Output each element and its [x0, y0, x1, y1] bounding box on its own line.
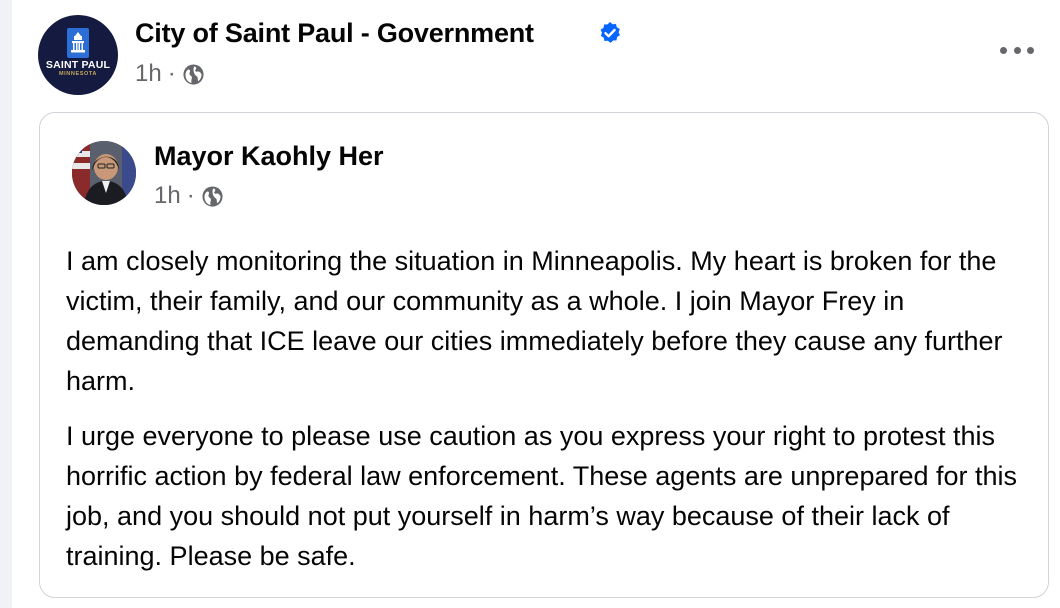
post-meta: 1h ·	[135, 59, 205, 89]
page-avatar[interactable]: SAINT PAUL MINNESOTA	[38, 15, 118, 95]
post-paragraph: I urge everyone to please use caution as…	[66, 421, 1018, 571]
post-timestamp[interactable]: 1h	[135, 59, 162, 89]
shared-post-meta: 1h ·	[154, 181, 224, 211]
author-avatar[interactable]	[72, 141, 136, 205]
shared-post-timestamp[interactable]: 1h	[154, 181, 181, 211]
more-dot	[1027, 46, 1034, 54]
capitol-logo-icon	[67, 28, 89, 58]
post-paragraph: I am closely monitoring the situation in…	[66, 246, 1003, 396]
more-dot	[1013, 46, 1021, 54]
globe-icon[interactable]	[201, 185, 224, 208]
meta-separator: ·	[167, 60, 176, 87]
author-name-link[interactable]: Mayor Kaohly Her	[154, 139, 384, 173]
portrait-image	[72, 141, 136, 205]
logo-text-primary: SAINT PAUL	[45, 59, 111, 71]
feed-post: SAINT PAUL MINNESOTA City of Saint Paul …	[12, 0, 1060, 608]
shared-post-card[interactable]: Mayor Kaohly Her 1h · I am closely monit…	[39, 112, 1049, 598]
meta-separator: ·	[186, 182, 195, 209]
feed-background	[0, 0, 12, 608]
logo-text-secondary: MINNESOTA	[59, 71, 97, 77]
more-options-icon[interactable]	[1000, 43, 1034, 57]
post-body: I am closely monitoring the situation in…	[66, 241, 1036, 591]
verified-badge-icon	[600, 22, 620, 43]
page-name-link[interactable]: City of Saint Paul - Government	[135, 16, 534, 50]
globe-icon[interactable]	[182, 63, 205, 86]
more-dot	[1000, 46, 1007, 54]
